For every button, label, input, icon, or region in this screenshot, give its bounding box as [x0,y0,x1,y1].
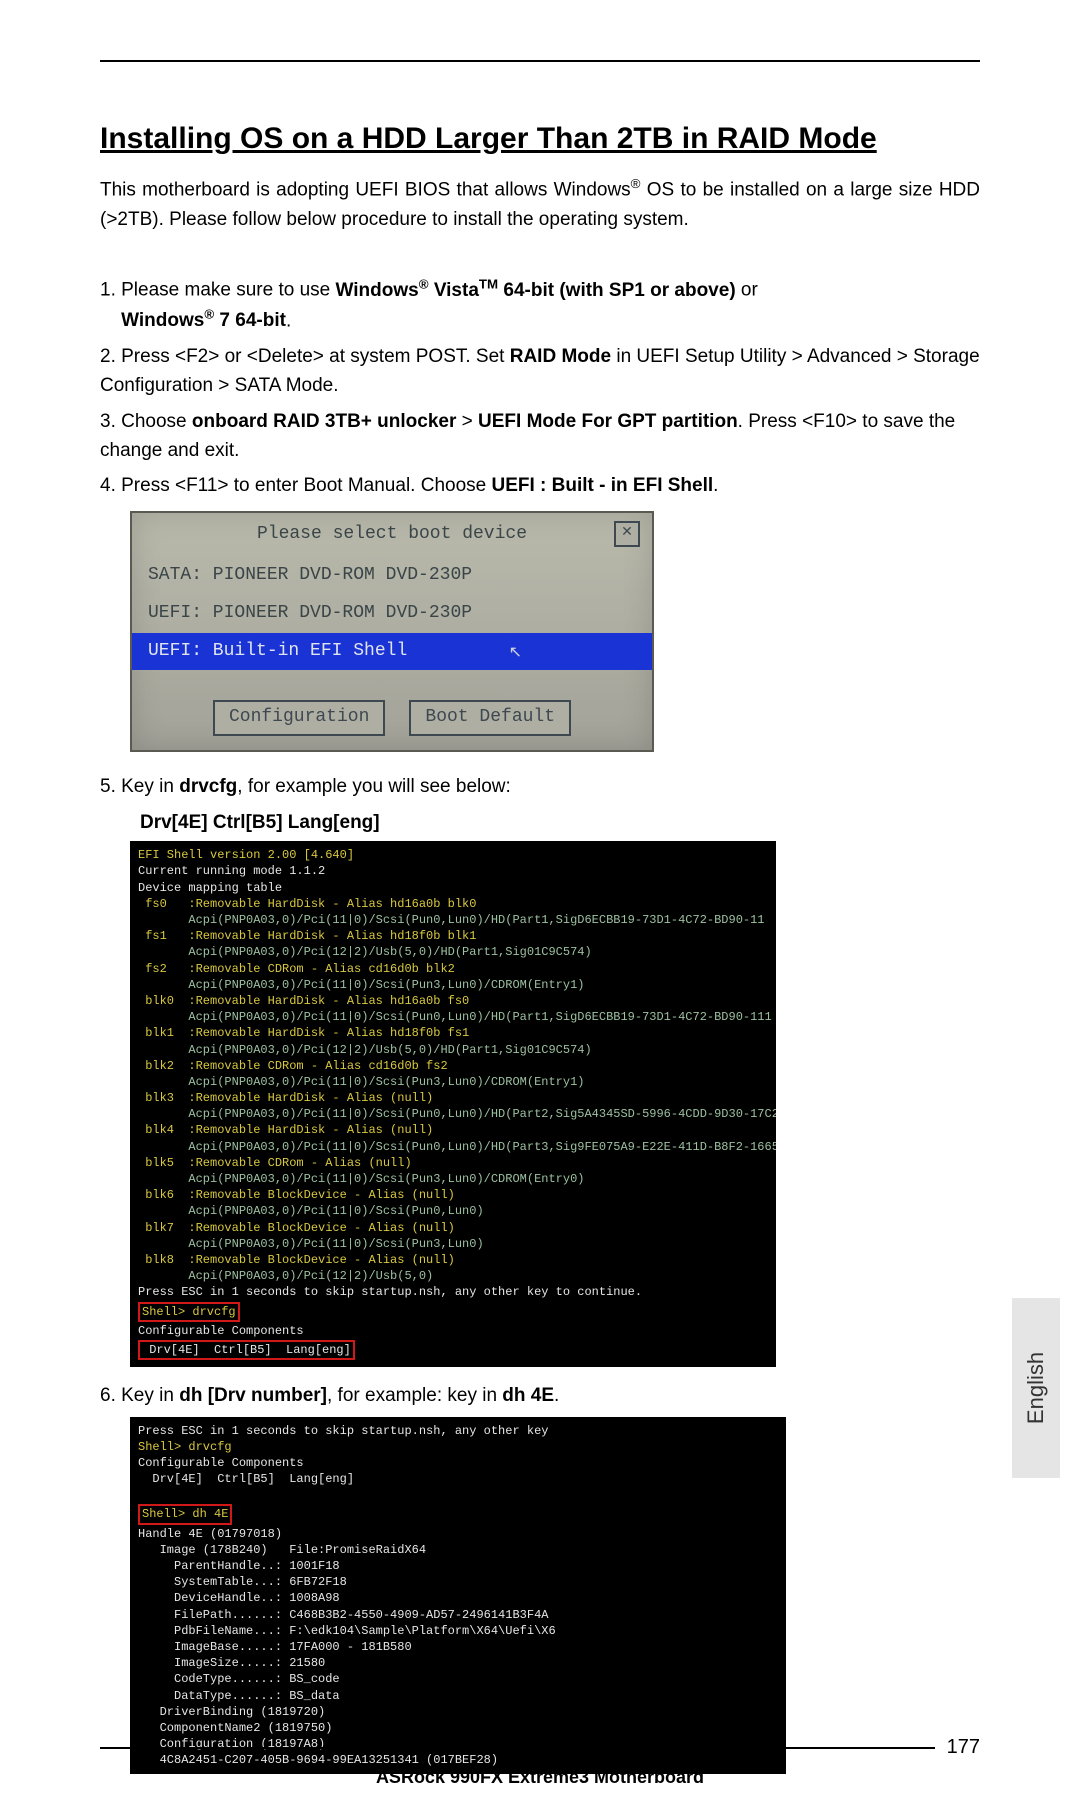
efi-shell-screenshot-2: Press ESC in 1 seconds to skip startup.n… [130,1417,786,1775]
s2-b: RAID Mode [510,346,611,367]
cursor-icon: ↖ [509,641,522,666]
s1-b3: 64-bit (with SP1 or above) [498,280,736,301]
efi-shell-screenshot-1: EFI Shell version 2.00 [4.640] Current r… [130,841,776,1367]
s6-c: , for example: key in [327,1385,502,1406]
s6-a: 6. Key in [100,1385,179,1406]
configuration-button[interactable]: Configuration [213,700,385,736]
section-title: Installing OS on a HDD Larger Than 2TB i… [100,122,980,156]
s4-a: 4. Press <F11> to enter Boot Manual. Cho… [100,475,492,496]
language-label: English [1023,1352,1049,1424]
s4-c: . [713,475,718,496]
intro-pre: This motherboard is adopting UEFI BIOS t… [100,179,631,200]
s3-a: 3. Choose [100,411,192,432]
highlight-drv-result: Drv[4E] Ctrl[B5] Lang[eng] [138,1340,355,1360]
top-rule [100,60,980,62]
close-icon[interactable]: ✕ [614,521,640,547]
s4-b: UEFI : Built - in EFI Shell [492,475,714,496]
s1-d2: 7 64-bit [214,310,286,331]
step5-result: Drv[4E] Ctrl[B5] Lang[eng] [140,808,980,837]
boot-option-sata[interactable]: SATA: PIONEER DVD-ROM DVD-230P [132,557,652,595]
reg-mark: ® [631,176,641,191]
page-number: 177 [935,1736,980,1759]
s5-c: , for example you will see below: [237,776,511,797]
step-5: 5. Key in drvcfg, for example you will s… [100,772,980,801]
s6-d: dh 4E [502,1385,554,1406]
step-6: 6. Key in dh [Drv number], for example: … [100,1381,980,1410]
s1-e: . [286,310,291,331]
s5-a: 5. Key in [100,776,179,797]
s6-e: . [554,1385,559,1406]
boot-option-uefi-shell[interactable]: UEFI: Built-in EFI Shell ↖ [132,633,652,671]
s5-b: drvcfg [179,776,237,797]
boot-title: Please select boot device [257,521,527,549]
step-3: 3. Choose onboard RAID 3TB+ unlocker > U… [100,407,980,466]
intro-paragraph: This motherboard is adopting UEFI BIOS t… [100,174,980,234]
step-2: 2. Press <F2> or <Delete> at system POST… [100,342,980,401]
s2-a: 2. Press <F2> or <Delete> at system POST… [100,346,510,367]
reg2: ® [204,307,214,322]
reg: ® [419,276,429,291]
s6-b: dh [Drv number] [179,1385,327,1406]
step-4: 4. Press <F11> to enter Boot Manual. Cho… [100,471,980,500]
s1-b1: Windows [336,280,419,301]
s1-c: or [736,280,758,301]
s3-c: > [456,411,478,432]
tm: TM [479,276,498,291]
s1-d1: Windows [121,310,204,331]
s1-a: 1. Please make sure to use [100,280,336,301]
highlight-drvcfg: Shell> drvcfg [138,1302,240,1322]
s1-b2: Vista [429,280,479,301]
s3-d: UEFI Mode For GPT partition [478,411,738,432]
s3-b: onboard RAID 3TB+ unlocker [192,411,456,432]
boot-option-uefi-dvd[interactable]: UEFI: PIONEER DVD-ROM DVD-230P [132,595,652,633]
language-tab: English [1012,1298,1060,1478]
step-1: 1. Please make sure to use Windows® Vist… [100,274,980,336]
footer: 177 ASRock 990FX Extreme3 Motherboard [100,1736,980,1788]
highlight-dh-4e: Shell> dh 4E [138,1504,232,1524]
boot-device-dialog: Please select boot device ✕ SATA: PIONEE… [130,511,654,752]
boot-default-button[interactable]: Boot Default [409,700,571,736]
footer-text: ASRock 990FX Extreme3 Motherboard [100,1767,980,1788]
